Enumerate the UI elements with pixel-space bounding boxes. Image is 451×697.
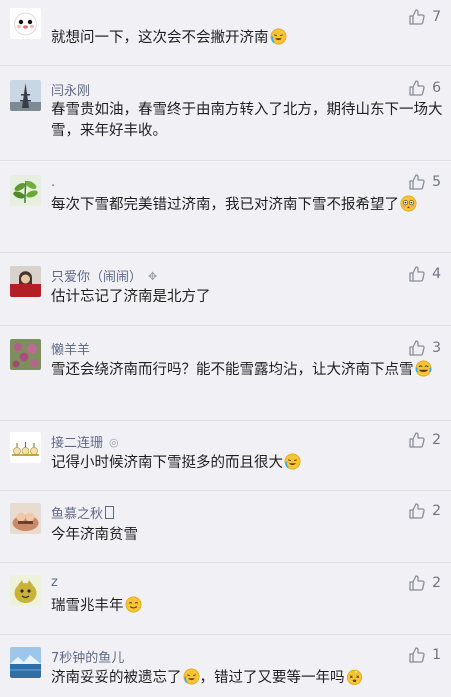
- avatar[interactable]: [10, 266, 41, 297]
- avatar[interactable]: [10, 339, 41, 370]
- comment-text: 济南妥妥的被遗忘了 ，错过了又要等一年吗: [51, 668, 443, 689]
- thumbs-up-icon: [409, 575, 425, 591]
- thumbs-up-icon: [409, 432, 425, 448]
- comment-item: 懒羊羊 3 雪还会绕济南而行吗？能不能雪露均沾，让大济南下点雪: [0, 326, 451, 421]
- like-button[interactable]: 3: [408, 339, 441, 357]
- avatar[interactable]: [10, 8, 41, 39]
- commenter-name[interactable]: 闫永刚: [51, 80, 90, 99]
- commenter-name[interactable]: 7秒钟的鱼儿: [51, 647, 124, 666]
- avatar[interactable]: [10, 175, 41, 206]
- commenter-name[interactable]: 鱼慕之秋: [51, 503, 115, 522]
- comment-item: z 2 瑞雪兆丰年: [0, 563, 451, 635]
- comment-text: 今年济南贫雪: [51, 527, 138, 543]
- thumbs-up-icon: [409, 9, 425, 25]
- like-button[interactable]: 7: [408, 8, 441, 26]
- like-count: 6: [432, 80, 441, 96]
- crying-laugh-icon: [284, 453, 301, 470]
- spiral-icon: ◎: [109, 436, 119, 449]
- comment-item: 只爱你（闹闹） ✥ 4 估计忘记了济南是北方了: [0, 253, 451, 326]
- comment-text: 记得小时候济南下雪挺多的而且很大: [51, 453, 443, 474]
- flushed-face-icon: [400, 195, 417, 212]
- dizzy-face-icon: [346, 668, 362, 685]
- avatar[interactable]: [10, 80, 41, 111]
- thumbs-up-icon: [409, 266, 425, 282]
- like-count: 2: [432, 503, 441, 519]
- comment-text: 估计忘记了济南是北方了: [51, 289, 211, 305]
- commenter-name[interactable]: 懒羊羊: [51, 339, 90, 358]
- like-count: 1: [432, 647, 441, 663]
- commenter-name[interactable]: 接二连珊 ◎: [51, 432, 119, 451]
- like-button[interactable]: 2: [408, 431, 441, 449]
- like-count: 2: [432, 432, 441, 448]
- smiling-face-icon: [125, 596, 141, 613]
- like-count: 2: [432, 575, 441, 591]
- comment-text: 春雪贵如油，春雪终于由南方转入了北方，期待山东下一场大雪，来年好丰收。: [51, 102, 443, 139]
- crying-laugh-icon: [183, 668, 199, 685]
- comment-item: 接二连珊 ◎ 2 记得小时候济南下雪挺多的而且很大: [0, 421, 451, 491]
- crying-laugh-icon: [270, 28, 286, 45]
- like-button[interactable]: 1: [408, 646, 441, 664]
- comment-text: 就想问一下，这次会不会撇开济南: [51, 28, 443, 49]
- thumbs-up-icon: [409, 174, 425, 190]
- tears-of-joy-icon: [415, 360, 431, 377]
- avatar[interactable]: [10, 575, 41, 606]
- comment-item: . 5 每次下雪都完美错过济南，我已对济南下雪不报希望了: [0, 161, 451, 253]
- thumbs-up-icon: [409, 503, 425, 519]
- comment-text: 雪还会绕济南而行吗？能不能雪露均沾，让大济南下点雪: [51, 360, 443, 381]
- avatar[interactable]: [10, 647, 41, 678]
- like-count: 4: [432, 266, 441, 282]
- commenter-name[interactable]: z: [51, 575, 58, 590]
- like-count: 7: [432, 9, 441, 25]
- comment-item: 鱼慕之秋 2 今年济南贫雪: [0, 491, 451, 563]
- like-button[interactable]: 2: [408, 574, 441, 592]
- commenter-name[interactable]: .: [51, 175, 55, 190]
- like-button[interactable]: 5: [408, 173, 441, 191]
- like-button[interactable]: 2: [408, 502, 441, 520]
- avatar[interactable]: [10, 432, 41, 463]
- like-button[interactable]: 4: [408, 265, 441, 283]
- thumbs-up-icon: [409, 80, 425, 96]
- comment-item: 闫永刚 6 春雪贵如油，春雪终于由南方转入了北方，期待山东下一场大雪，来年好丰收…: [0, 66, 451, 161]
- comment-list: 7 就想问一下，这次会不会撇开济南 闫永刚 6 春雪贵如油，春雪终于由南方转入了…: [0, 0, 451, 697]
- like-count: 3: [432, 340, 441, 356]
- comment-text: 瑞雪兆丰年: [51, 596, 443, 617]
- thumbs-up-icon: [409, 647, 425, 663]
- ornament-icon: ✥: [148, 270, 158, 283]
- comment-item: 7 就想问一下，这次会不会撇开济南: [0, 0, 451, 66]
- thumbs-up-icon: [409, 340, 425, 356]
- comment-item: 7秒钟的鱼儿 1 济南妥妥的被遗忘了 ，错过了又要等一年吗: [0, 635, 451, 697]
- avatar[interactable]: [10, 503, 41, 534]
- commenter-name[interactable]: 只爱你（闹闹） ✥: [51, 266, 157, 285]
- like-count: 5: [432, 174, 441, 190]
- comment-text: 每次下雪都完美错过济南，我已对济南下雪不报希望了: [51, 195, 443, 216]
- like-button[interactable]: 6: [408, 79, 441, 97]
- box-glyph: [105, 506, 115, 519]
